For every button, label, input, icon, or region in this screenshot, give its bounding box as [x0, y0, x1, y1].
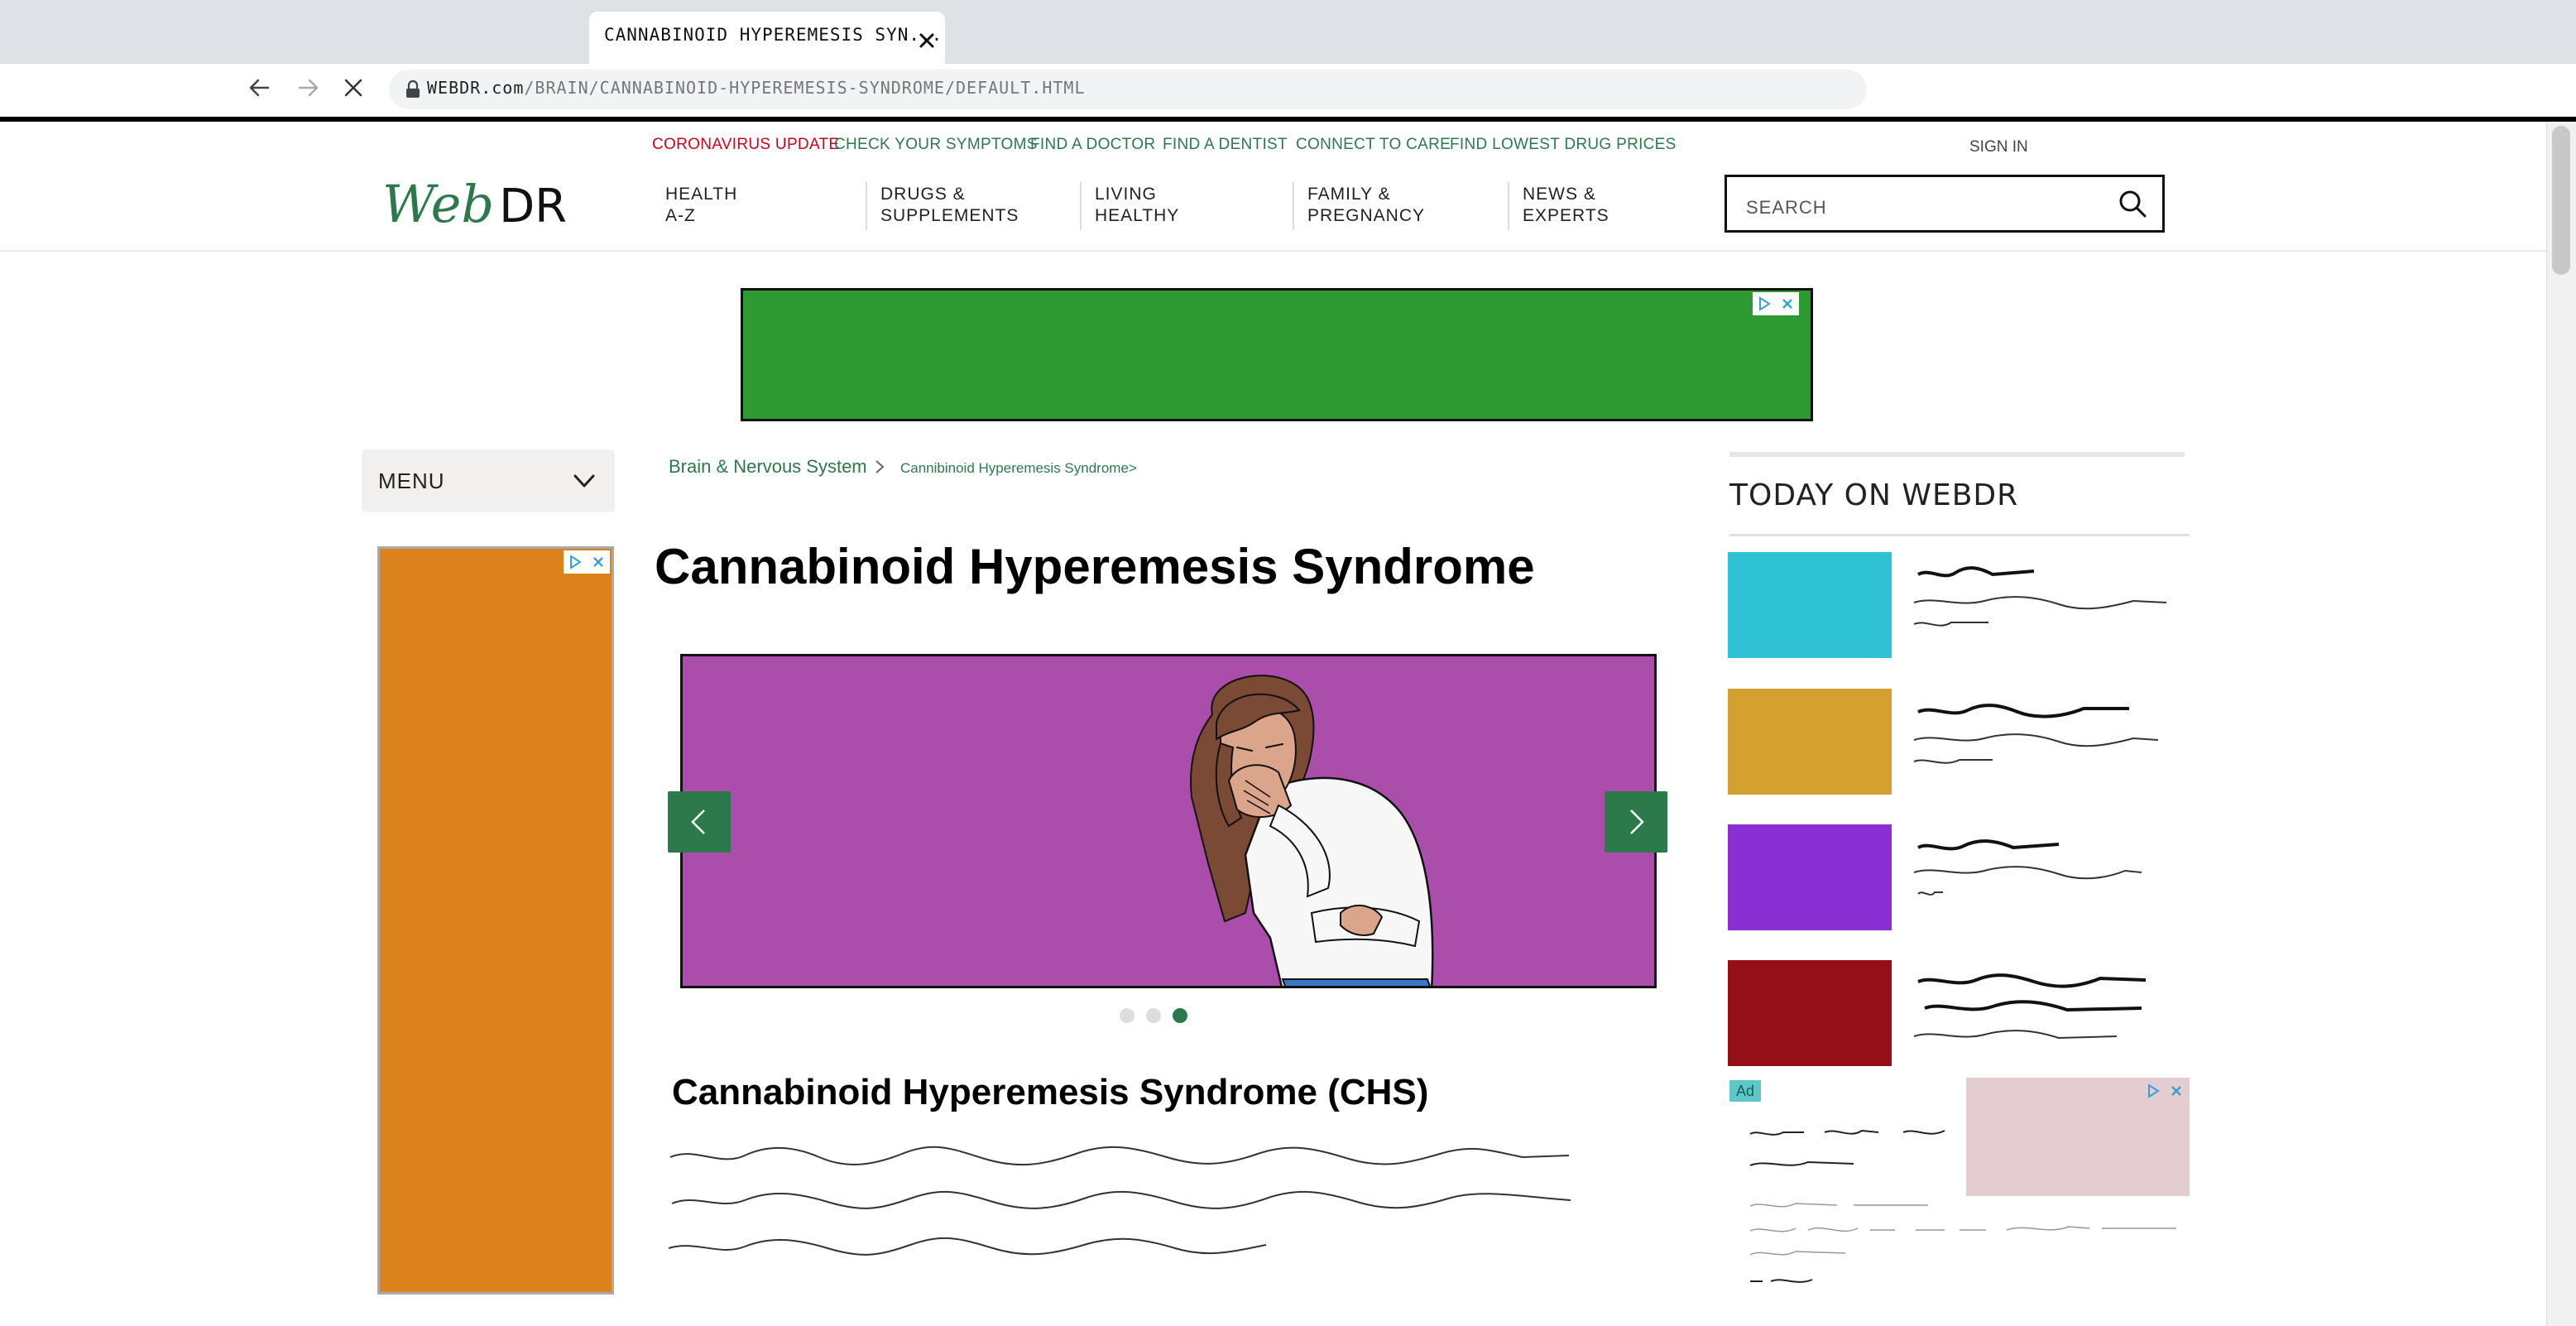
ad-choices-badge[interactable]	[564, 550, 610, 574]
tab-title: CANNABINOID HYPEREMESIS SYN...	[604, 25, 943, 45]
nauseous-woman-illustration	[1190, 675, 1434, 986]
nav-label-line2: A-Z	[665, 206, 696, 225]
nav-separator	[1293, 182, 1294, 230]
today-item-2-text[interactable]	[1910, 694, 2183, 793]
carousel-prev-button[interactable]	[668, 791, 731, 853]
nav-health-a-z[interactable]: Health A-Z	[665, 184, 823, 227]
breadcrumb-brain-nervous-system[interactable]: Brain & Nervous System	[669, 456, 867, 478]
connect-to-care-link[interactable]: Connect to Care	[1296, 136, 1451, 154]
forward-arrow-icon[interactable]	[290, 70, 326, 106]
today-item-4-text[interactable]	[1910, 965, 2183, 1064]
carousel-dot-1[interactable]	[1120, 1008, 1134, 1023]
menu-label: Menu	[378, 468, 445, 493]
ad-label-badge: Ad	[1729, 1080, 1761, 1102]
top-banner-ad[interactable]	[741, 288, 1813, 421]
header-divider	[0, 250, 2546, 252]
carousel-slide[interactable]	[680, 654, 1657, 988]
chrome-divider	[0, 117, 2576, 122]
tab-close-icon[interactable]	[914, 28, 939, 53]
back-arrow-icon[interactable]	[242, 70, 278, 106]
site-logo[interactable]: Web DR	[382, 174, 567, 234]
chevron-right-icon	[1630, 810, 1644, 834]
today-item-3-thumbnail[interactable]	[1728, 824, 1892, 930]
today-item-1-thumbnail[interactable]	[1728, 552, 1892, 658]
today-heading: Today on WebDR	[1729, 478, 2019, 512]
logo-dr-text: DR	[499, 180, 568, 233]
chevron-down-icon[interactable]	[571, 468, 597, 494]
section-heading: Cannabinoid Hyperemesis Syndrome (CHS)	[672, 1072, 1429, 1112]
stop-loading-icon[interactable]	[335, 70, 372, 106]
ad-close-icon[interactable]	[2165, 1079, 2188, 1103]
today-heading-underline	[1729, 534, 2190, 536]
carousel-dot-2[interactable]	[1146, 1008, 1161, 1023]
nav-label-line2: Supplements	[880, 206, 1019, 225]
nav-label-line2: Experts	[1523, 206, 1609, 225]
find-doctor-link[interactable]: Find a Doctor	[1030, 136, 1155, 154]
ad-choices-badge[interactable]	[2142, 1079, 2188, 1103]
coronavirus-update-link[interactable]: Coronavirus Update	[652, 136, 839, 154]
sponsored-ad-image[interactable]	[1966, 1078, 2190, 1196]
find-dentist-link[interactable]: Find a Dentist	[1163, 136, 1288, 154]
ad-close-icon[interactable]	[1776, 292, 1799, 315]
chevron-left-icon	[691, 810, 705, 834]
nav-label-line1: News &	[1523, 185, 1596, 204]
nav-label-line2: Pregnancy	[1307, 206, 1426, 225]
carousel-next-button[interactable]	[1605, 791, 1667, 853]
url-domain: WEBDR.com	[427, 78, 525, 98]
ad-close-icon[interactable]	[587, 550, 610, 574]
nav-family-pregnancy[interactable]: Family & Pregnancy	[1307, 184, 1465, 227]
ad-choices-icon[interactable]	[2142, 1079, 2165, 1103]
nav-label-line1: Drugs &	[880, 185, 966, 204]
search-icon[interactable]	[2116, 187, 2149, 220]
page-title: Cannabinoid Hyperemesis Syndrome	[655, 539, 1535, 594]
today-item-4-thumbnail[interactable]	[1728, 960, 1892, 1066]
nav-separator	[866, 182, 867, 230]
ad-choices-icon[interactable]	[564, 550, 587, 574]
lock-icon	[406, 79, 420, 98]
find-drug-prices-link[interactable]: Find Lowest Drug Prices	[1450, 136, 1677, 154]
browser-tab-bar	[0, 0, 2576, 64]
today-item-2-thumbnail[interactable]	[1728, 689, 1892, 795]
nav-separator	[1080, 182, 1082, 230]
nav-label-line2: Healthy	[1095, 206, 1180, 225]
ad-choices-badge[interactable]	[1753, 292, 1799, 315]
today-item-1-text[interactable]	[1910, 556, 2183, 656]
nav-label-line1: Family &	[1307, 185, 1391, 204]
nav-news-experts[interactable]: News & Experts	[1523, 184, 1680, 227]
nav-drugs-supplements[interactable]: Drugs & Supplements	[880, 184, 1038, 227]
sign-in-link[interactable]: Sign In	[1969, 138, 2028, 156]
nav-living-healthy[interactable]: Living Healthy	[1095, 184, 1252, 227]
logo-web-text: Web	[382, 174, 495, 234]
today-top-divider	[1729, 452, 2185, 457]
ad-choices-icon[interactable]	[1753, 292, 1776, 315]
carousel-dot-3-active[interactable]	[1173, 1008, 1187, 1023]
check-symptoms-link[interactable]: Check Your Symptoms	[834, 136, 1038, 154]
chevron-right-icon	[875, 460, 885, 473]
scrollbar-thumb[interactable]	[2552, 126, 2570, 275]
search-placeholder: Search	[1746, 197, 1827, 218]
sidebar-skyscraper-ad[interactable]	[377, 546, 614, 1295]
url-path: /BRAIN/CANNABINOID-HYPEREMESIS-SYNDROME/…	[524, 78, 1086, 98]
nav-label-line1: Living	[1095, 185, 1157, 204]
today-item-3-text[interactable]	[1910, 829, 2183, 929]
url-text[interactable]: WEBDR.com/BRAIN/CANNABINOID-HYPEREMESIS-…	[427, 78, 1086, 98]
article-text-placeholder	[668, 1146, 1571, 1256]
breadcrumb-current-page[interactable]: Cannibinoid Hyperemesis Syndrome>	[900, 460, 1137, 477]
nav-separator	[1508, 182, 1509, 230]
scrollbar-track[interactable]	[2546, 122, 2576, 1326]
nav-label-line1: Health	[665, 185, 738, 204]
